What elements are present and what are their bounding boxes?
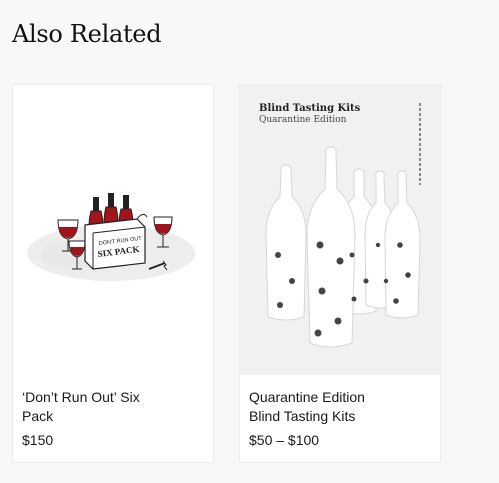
six-pack-image[interactable]: DON'T RUN OUT SIX PACK (13, 85, 213, 375)
wrapped-bottle-icon (265, 146, 421, 348)
product-card-blind-tasting[interactable]: Blind Tasting Kits Quarantine Edition Qu… (239, 84, 441, 463)
wine-bottle-icon (103, 193, 119, 224)
product-price: $150 (22, 432, 54, 448)
product-name[interactable]: ‘Don’t Run Out’ Six Pack (22, 388, 192, 426)
product-card-six-pack[interactable]: DON'T RUN OUT SIX PACK ‘Don’t Run Out’ S… (12, 84, 214, 463)
section-title: Also Related (12, 20, 162, 48)
blind-tasting-image[interactable]: Blind Tasting Kits Quarantine Edition (240, 85, 440, 375)
product-price: $50 – $100 (249, 432, 320, 448)
product-name[interactable]: Quarantine Edition Blind Tasting Kits (249, 388, 419, 426)
wine-bottle-icon (88, 197, 104, 228)
